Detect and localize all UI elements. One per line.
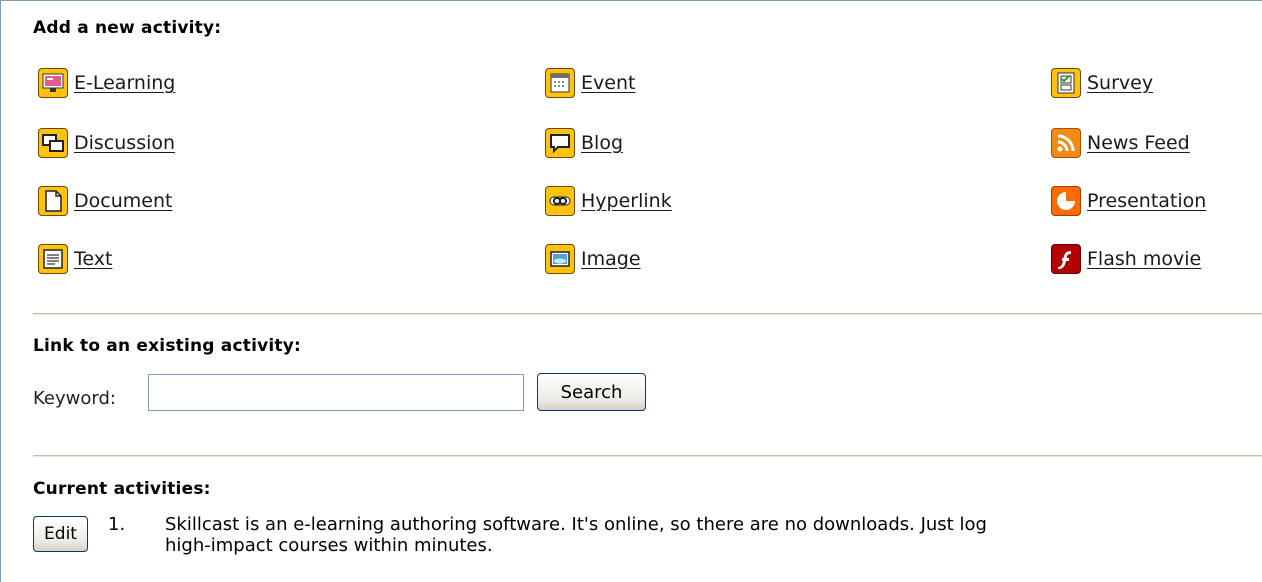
section-divider xyxy=(33,313,1262,315)
presentation-icon xyxy=(1051,186,1081,216)
section-divider xyxy=(33,455,1262,457)
image-icon xyxy=(545,244,575,274)
activity-link-blog[interactable]: Blog xyxy=(581,132,623,154)
activity-link-elearning[interactable]: E-Learning xyxy=(74,72,175,94)
keyword-label: Keyword: xyxy=(33,388,116,409)
discussion-icon xyxy=(38,128,68,158)
activity-link-document[interactable]: Document xyxy=(74,190,172,212)
activity-image[interactable]: Image xyxy=(545,242,641,276)
activity-hyperlink[interactable]: Hyperlink xyxy=(545,184,672,218)
hyperlink-icon xyxy=(545,186,575,216)
edit-button[interactable]: Edit xyxy=(33,516,88,552)
activity-text[interactable]: Text xyxy=(38,242,112,276)
activity-description-line2: high-impact courses within minutes. xyxy=(165,535,493,556)
activity-presentation[interactable]: Presentation xyxy=(1051,184,1206,218)
survey-icon xyxy=(1051,68,1081,98)
link-activity-title: Link to an existing activity: xyxy=(33,336,302,356)
elearning-icon xyxy=(38,68,68,98)
rss-icon xyxy=(1051,128,1081,158)
activity-news-feed[interactable]: News Feed xyxy=(1051,126,1190,160)
activity-description-line1: Skillcast is an e-learning authoring sof… xyxy=(165,514,987,535)
flash-icon xyxy=(1051,244,1081,274)
activity-survey[interactable]: Survey xyxy=(1051,66,1153,100)
activity-elearning[interactable]: E-Learning xyxy=(38,66,175,100)
activity-discussion[interactable]: Discussion xyxy=(38,126,175,160)
activity-link-presentation[interactable]: Presentation xyxy=(1087,190,1206,212)
activity-blog[interactable]: Blog xyxy=(545,126,623,160)
activity-link-text[interactable]: Text xyxy=(74,248,112,270)
document-icon xyxy=(38,186,68,216)
activity-link-discussion[interactable]: Discussion xyxy=(74,132,175,154)
activity-flash-movie[interactable]: Flash movie xyxy=(1051,242,1201,276)
text-icon xyxy=(38,244,68,274)
activity-link-survey[interactable]: Survey xyxy=(1087,72,1153,94)
current-activities-title: Current activities: xyxy=(33,479,211,499)
activity-description: Skillcast is an e-learning authoring sof… xyxy=(165,514,1262,556)
add-activity-title: Add a new activity: xyxy=(33,18,222,38)
activity-event[interactable]: Event xyxy=(545,66,635,100)
activity-link-hyperlink[interactable]: Hyperlink xyxy=(581,190,672,212)
activity-document[interactable]: Document xyxy=(38,184,172,218)
activity-link-flash-movie[interactable]: Flash movie xyxy=(1087,248,1201,270)
keyword-input[interactable] xyxy=(148,374,524,411)
activity-number: 1. xyxy=(108,514,126,535)
activity-link-image[interactable]: Image xyxy=(581,248,641,270)
blog-icon xyxy=(545,128,575,158)
activity-link-news-feed[interactable]: News Feed xyxy=(1087,132,1190,154)
search-button[interactable]: Search xyxy=(537,373,646,411)
calendar-icon xyxy=(545,68,575,98)
activity-link-event[interactable]: Event xyxy=(581,72,635,94)
